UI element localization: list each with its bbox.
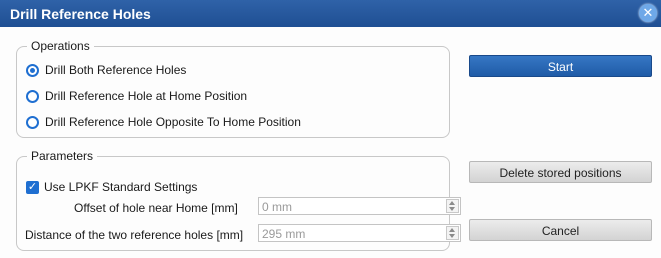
close-icon[interactable]: ✕ (639, 4, 657, 22)
distance-field[interactable]: 295 mm (258, 224, 461, 242)
offset-value: 0 mm (262, 200, 292, 214)
parameters-group: Parameters ✓ Use LPKF Standard Settings … (16, 149, 461, 251)
radio-unselected-icon[interactable] (26, 115, 39, 129)
offset-field[interactable]: 0 mm (258, 197, 461, 215)
radio-unselected-icon[interactable] (26, 89, 39, 103)
distance-spinner[interactable] (446, 226, 459, 240)
spin-down-icon[interactable] (449, 234, 455, 238)
checkmark-icon[interactable]: ✓ (26, 180, 39, 194)
parameters-legend: Parameters (27, 149, 98, 163)
distance-value: 295 mm (262, 227, 306, 241)
cancel-button[interactable]: Cancel (469, 219, 652, 241)
operations-group: Operations Drill Both Reference Holes Dr… (16, 39, 450, 138)
radio-label: Drill Reference Hole Opposite To Home Po… (45, 115, 301, 129)
spin-up-icon[interactable] (449, 201, 455, 205)
start-button[interactable]: Start (469, 55, 652, 77)
dialog-window: Drill Reference Holes ✕ Operations Drill… (0, 0, 661, 258)
distance-label: Distance of the two reference holes [mm] (25, 228, 244, 242)
dialog-title: Drill Reference Holes (10, 6, 151, 22)
use-standard-settings-checkbox[interactable]: ✓ Use LPKF Standard Settings (26, 180, 197, 194)
operations-legend: Operations (27, 39, 94, 53)
radio-drill-both[interactable]: Drill Both Reference Holes (26, 62, 186, 78)
delete-stored-positions-button[interactable]: Delete stored positions (469, 161, 652, 183)
offset-label: Offset of hole near Home [mm] (74, 201, 238, 215)
spin-down-icon[interactable] (449, 207, 455, 211)
spin-up-icon[interactable] (449, 228, 455, 232)
radio-label: Drill Reference Hole at Home Position (45, 89, 248, 103)
radio-selected-icon[interactable] (26, 63, 39, 77)
radio-drill-home[interactable]: Drill Reference Hole at Home Position (26, 88, 247, 104)
checkbox-label: Use LPKF Standard Settings (44, 180, 198, 194)
title-bar: Drill Reference Holes ✕ (0, 0, 661, 27)
radio-drill-opposite[interactable]: Drill Reference Hole Opposite To Home Po… (26, 114, 301, 130)
radio-label: Drill Both Reference Holes (45, 63, 187, 77)
offset-spinner[interactable] (446, 199, 459, 213)
